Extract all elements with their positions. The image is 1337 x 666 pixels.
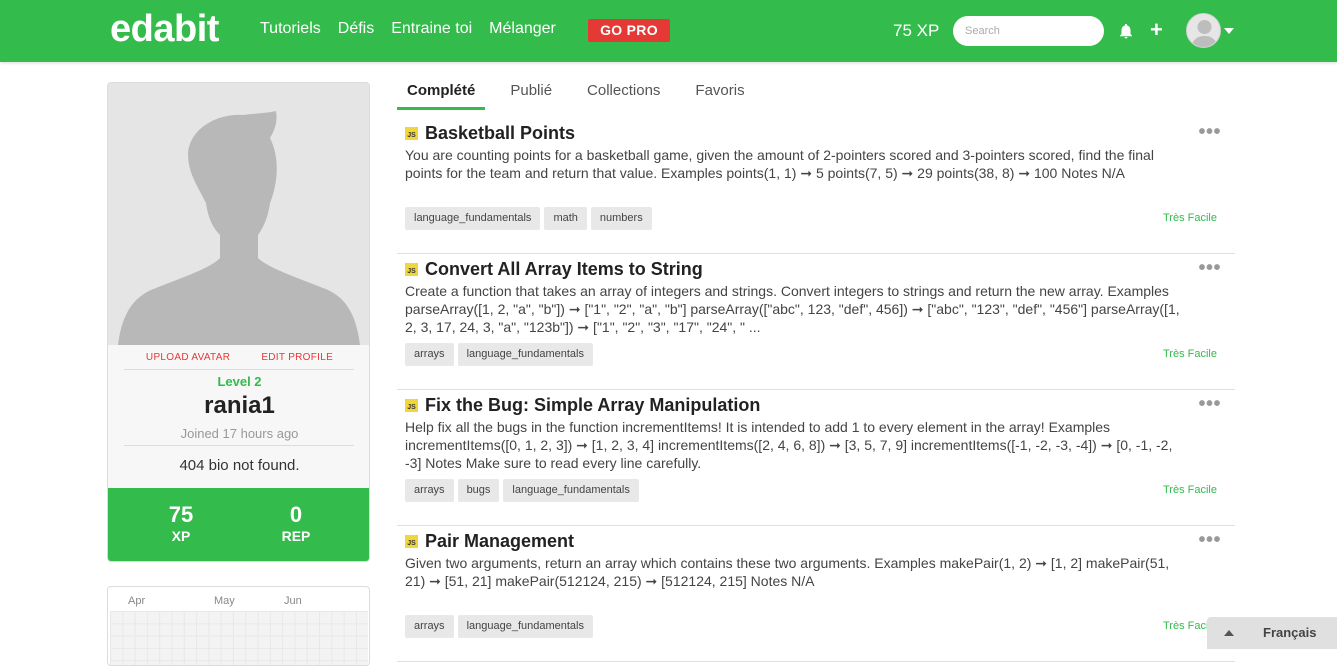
challenge-title[interactable]: JS Fix the Bug: Simple Array Manipulatio… [405, 395, 760, 416]
chevron-up-icon [1224, 630, 1234, 636]
javascript-icon: JS [405, 127, 418, 140]
xp-value: 75 [168, 502, 194, 527]
challenge-title[interactable]: JS Pair Management [405, 531, 574, 552]
divider [124, 369, 354, 370]
activity-calendar: Apr May Jun [107, 586, 370, 666]
user-level: Level 2 [217, 374, 262, 389]
challenge-description: You are counting points for a basketball… [405, 147, 1154, 181]
challenge-list: JS Basketball Points ••• You are countin… [397, 118, 1235, 662]
calendar-grid [110, 611, 368, 665]
tag[interactable]: language_fundamentals [405, 207, 541, 230]
go-pro-button[interactable]: GO PRO [588, 19, 670, 42]
challenge-description: Given two arguments, return an array whi… [405, 555, 1170, 589]
difficulty-label: Très Facile [1163, 348, 1217, 360]
calendar-month: May [214, 595, 235, 607]
bell-icon[interactable] [1117, 22, 1135, 40]
divider [124, 445, 354, 446]
challenge-card[interactable]: JS Fix the Bug: Simple Array Manipulatio… [397, 390, 1235, 526]
tag[interactable]: language_fundamentals [457, 615, 593, 638]
tag[interactable]: math [544, 207, 587, 230]
main-nav: Tutoriels Défis Entraine toi Mélanger [260, 20, 573, 38]
more-options-icon[interactable]: ••• [1198, 394, 1221, 414]
tab-completed[interactable]: Complété [397, 82, 486, 110]
profile-avatar [108, 83, 369, 345]
javascript-icon: JS [405, 399, 418, 412]
plus-icon[interactable]: + [1150, 19, 1163, 41]
upload-avatar-link[interactable]: UPLOAD AVATAR [146, 352, 230, 363]
nav-tutorials[interactable]: Tutoriels [260, 20, 321, 38]
tab-collections[interactable]: Collections [577, 82, 670, 110]
challenge-title-text[interactable]: Pair Management [425, 531, 574, 552]
challenge-card[interactable]: JS Convert All Array Items to String •••… [397, 254, 1235, 390]
challenge-title-text[interactable]: Basketball Points [425, 123, 575, 144]
javascript-icon: JS [405, 263, 418, 276]
profile-tabs: Complété Publié Collections Favoris [397, 82, 770, 110]
nav-practice[interactable]: Entraine toi [391, 20, 472, 38]
tag[interactable]: language_fundamentals [503, 479, 639, 502]
nav-shuffle[interactable]: Mélanger [489, 20, 556, 38]
language-selector[interactable]: Français [1207, 617, 1337, 649]
rep-stat: 0 REP [236, 502, 356, 544]
calendar-month: Jun [284, 595, 302, 607]
language-label: Français [1263, 625, 1317, 640]
joined-date: Joined 17 hours ago [180, 426, 299, 441]
challenge-title-text[interactable]: Convert All Array Items to String [425, 259, 703, 280]
search-input[interactable] [953, 16, 1104, 46]
username: rania1 [204, 392, 275, 419]
rep-value: 0 [289, 502, 303, 527]
tag[interactable]: numbers [590, 207, 652, 230]
top-navbar: edabit Tutoriels Défis Entraine toi Méla… [0, 0, 1337, 62]
tag[interactable]: arrays [405, 343, 454, 366]
rep-label: REP [281, 528, 311, 544]
challenge-tags: language_fundamentals math numbers [405, 207, 652, 230]
javascript-icon: JS [405, 535, 418, 548]
challenge-title-text[interactable]: Fix the Bug: Simple Array Manipulation [425, 395, 760, 416]
challenge-title[interactable]: JS Basketball Points [405, 123, 575, 144]
user-avatar[interactable] [1186, 13, 1221, 48]
stats-bar: 75 XP 0 REP [108, 488, 369, 561]
user-silhouette-icon [108, 83, 369, 345]
more-options-icon[interactable]: ••• [1198, 258, 1221, 278]
profile-actions: UPLOAD AVATAR EDIT PROFILE [108, 352, 369, 363]
tag[interactable]: arrays [405, 479, 454, 502]
tag[interactable]: bugs [457, 479, 500, 502]
tag[interactable]: arrays [405, 615, 454, 638]
challenge-card[interactable]: JS Basketball Points ••• You are countin… [397, 118, 1235, 254]
more-options-icon[interactable]: ••• [1198, 122, 1221, 142]
user-bio: 404 bio not found. [179, 457, 300, 474]
tab-favorites[interactable]: Favoris [685, 82, 754, 110]
challenge-tags: arrays language_fundamentals [405, 343, 593, 366]
calendar-month: Apr [128, 595, 146, 607]
challenge-description: Create a function that takes an array of… [405, 283, 1180, 335]
challenge-card[interactable]: JS Pair Management ••• Given two argumen… [397, 526, 1235, 662]
xp-counter: 75 XP [893, 21, 940, 40]
challenge-tags: arrays bugs language_fundamentals [405, 479, 639, 502]
profile-card: UPLOAD AVATAR EDIT PROFILE Level 2 rania… [107, 82, 370, 562]
challenge-description: Help fix all the bugs in the function in… [405, 419, 1173, 471]
tag[interactable]: language_fundamentals [457, 343, 593, 366]
edit-profile-link[interactable]: EDIT PROFILE [261, 352, 333, 363]
user-silhouette-icon [1191, 20, 1218, 47]
difficulty-label: Très Facile [1163, 212, 1217, 224]
logo[interactable]: edabit [110, 8, 219, 51]
difficulty-label: Très Facile [1163, 484, 1217, 496]
more-options-icon[interactable]: ••• [1198, 530, 1221, 550]
tab-published[interactable]: Publié [500, 82, 562, 110]
nav-challenges[interactable]: Défis [338, 20, 374, 38]
challenge-tags: arrays language_fundamentals [405, 615, 593, 638]
challenge-title[interactable]: JS Convert All Array Items to String [405, 259, 703, 280]
chevron-down-icon[interactable] [1224, 28, 1234, 34]
xp-label: XP [171, 528, 191, 544]
xp-stat: 75 XP [121, 502, 241, 544]
